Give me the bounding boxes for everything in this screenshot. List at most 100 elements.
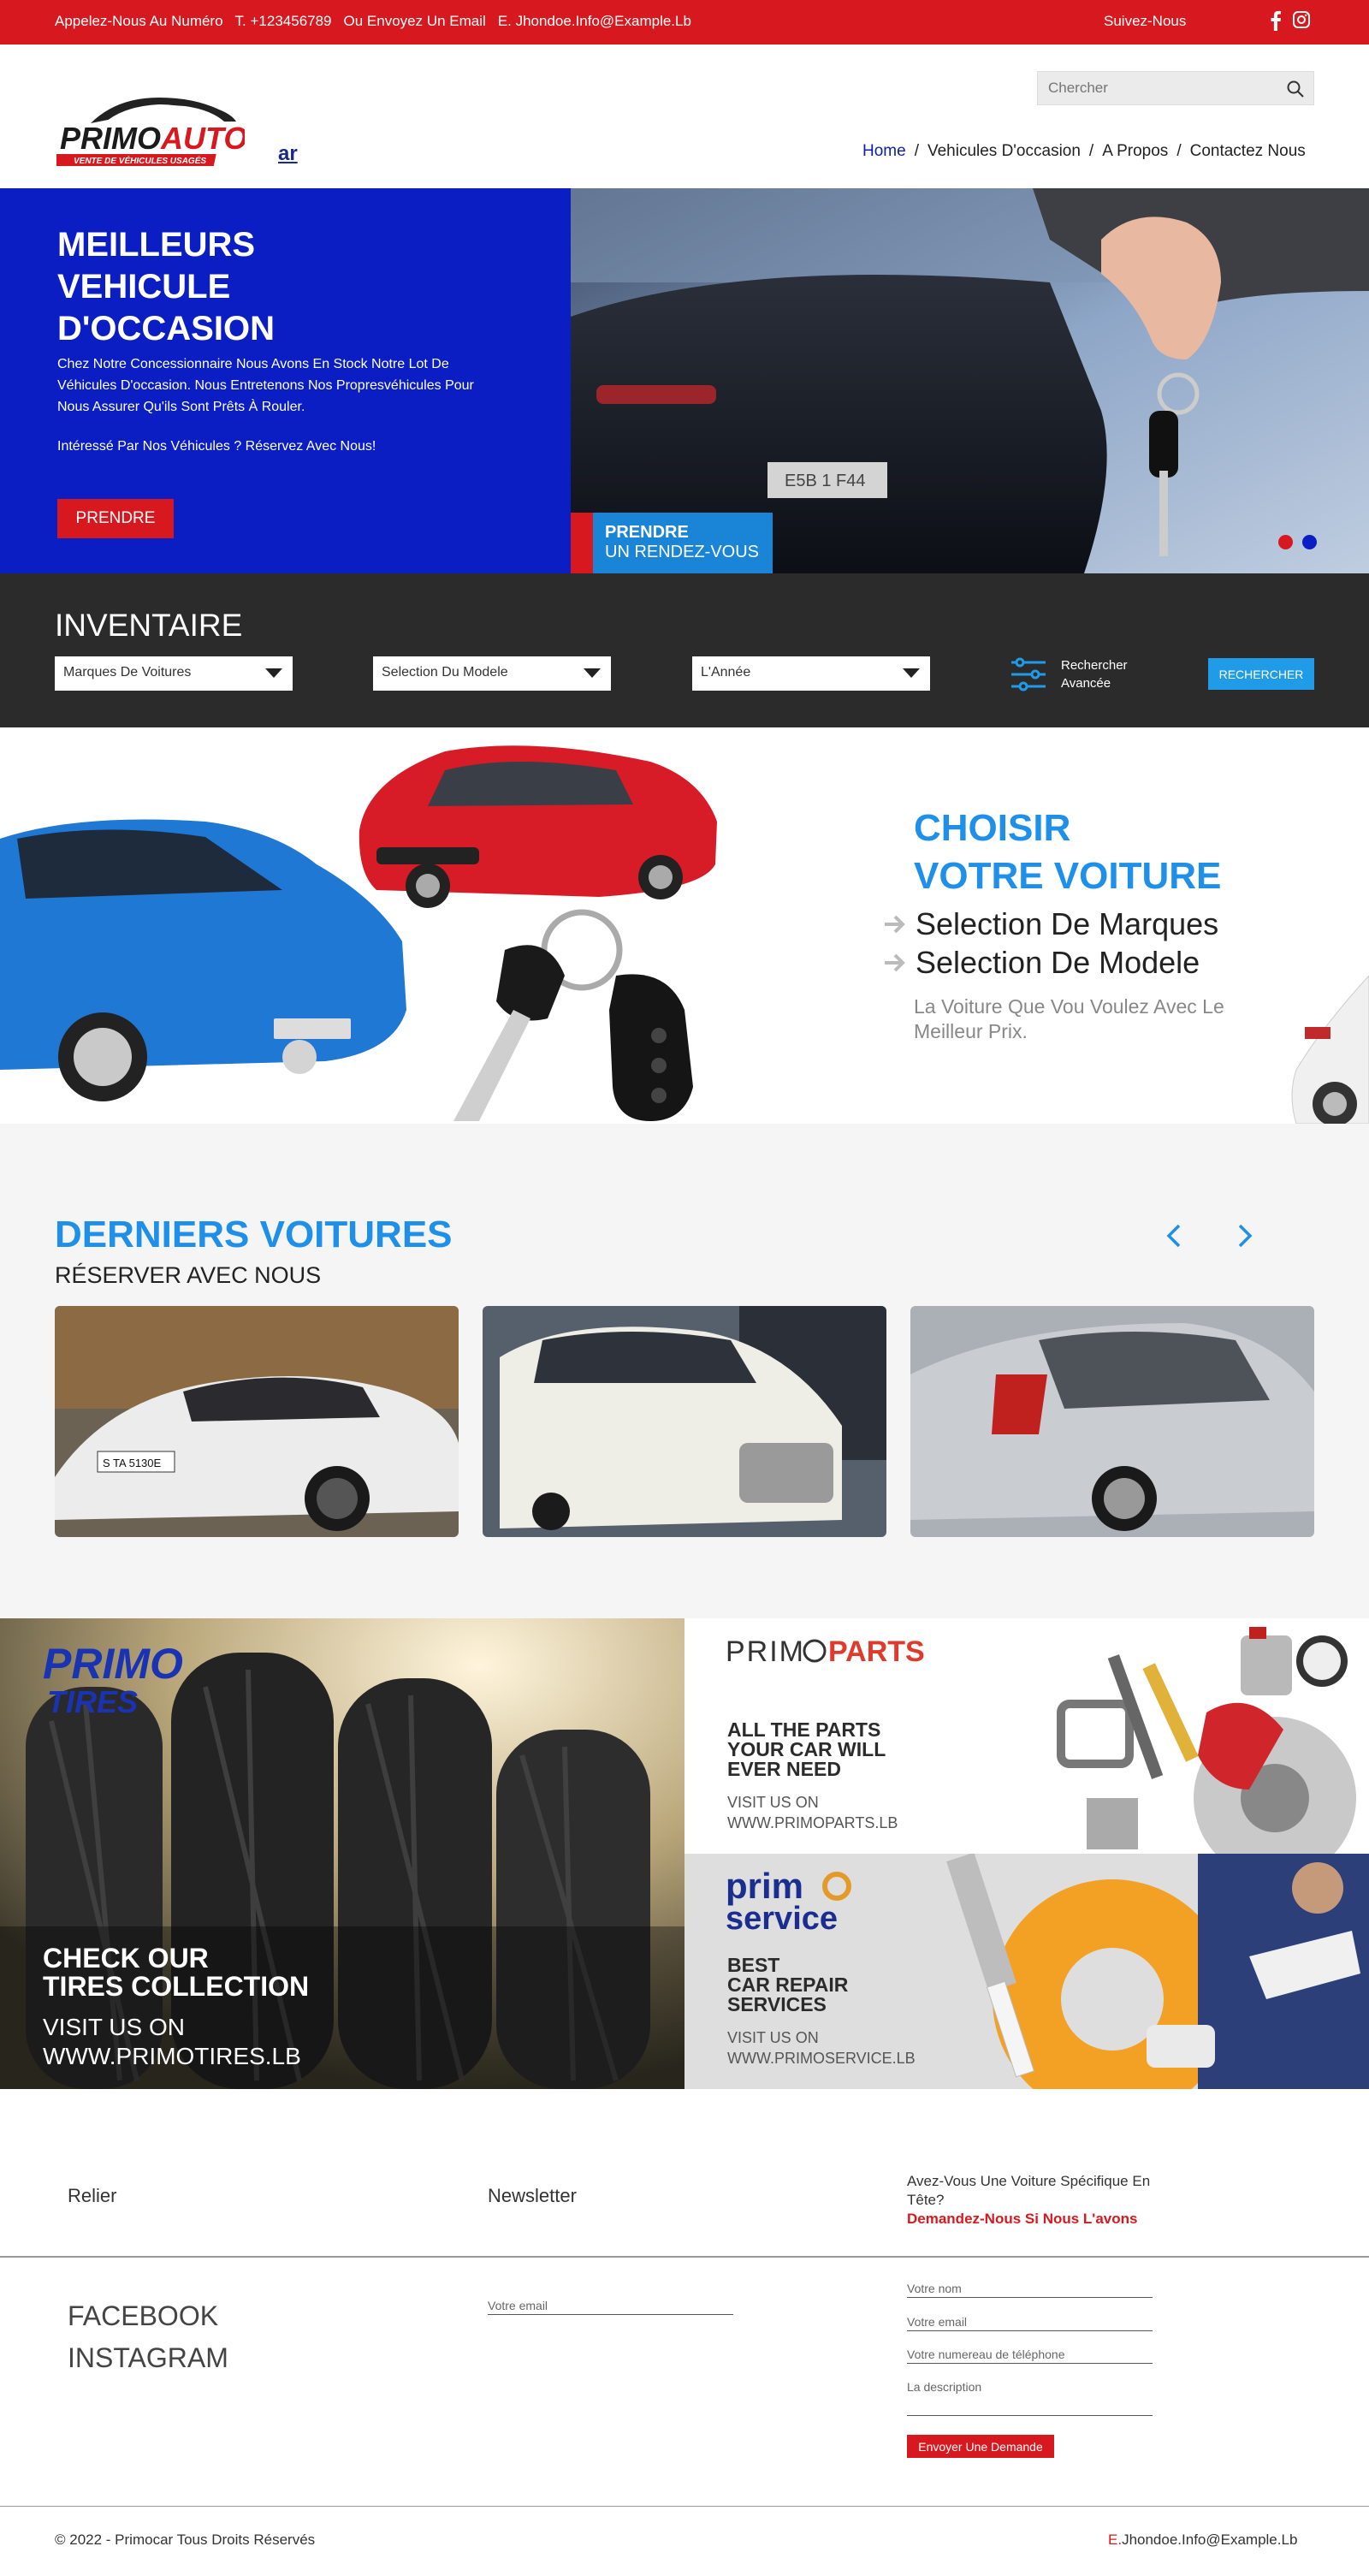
parts-visit2: WWW.PRIMOPARTS.LB <box>727 1814 898 1831</box>
cars-keys-image <box>0 745 717 1121</box>
choose-title-line1: CHOISIR <box>914 807 1071 849</box>
promo-tires[interactable]: PRIMO TIRES CHECK OUR TIRES COLLECTION V… <box>0 1618 684 2089</box>
request-phone-field[interactable]: Votre numereau de téléphone <box>907 2347 1153 2364</box>
tires-headline1: CHECK OUR <box>43 1943 209 1974</box>
send-request-button[interactable]: Envoyer Une Demande <box>907 2435 1054 2458</box>
tires-banner: PRIMO TIRES CHECK OUR TIRES COLLECTION V… <box>0 1618 684 2089</box>
appointment-button[interactable]: PRENDRE UN RENDEZ-VOUS <box>593 513 773 573</box>
footer-instagram-link[interactable]: INSTAGRAM <box>68 2342 228 2374</box>
nav-home[interactable]: Home <box>862 142 906 161</box>
parts-logo-b: PARTS <box>828 1635 925 1668</box>
tires-logo-line1: PRIMO <box>43 1640 183 1688</box>
chevron-right-icon[interactable] <box>1229 1220 1259 1251</box>
model-select[interactable]: Selection Du Modele <box>373 656 611 691</box>
service-visit2: WWW.PRIMOSERVICE.LB <box>727 2050 916 2067</box>
service-headline-3: SERVICES <box>727 1993 827 2015</box>
email-link[interactable]: E. Jhondoe.Info@Example.Lb <box>498 13 691 30</box>
appointment-line2: UN RENDEZ-VOUS <box>605 543 760 561</box>
hero-plate-text: E5B 1 F44 <box>785 472 866 490</box>
footer-facebook-link[interactable]: FACEBOOK <box>68 2300 218 2332</box>
service-logo-line1: prim <box>726 1866 803 1906</box>
promo-parts[interactable]: PRIM PARTS ALL THE PARTS YOUR CAR WILL E… <box>684 1618 1369 1854</box>
model-select-value: Selection Du Modele <box>382 665 508 680</box>
footer-request-question: Avez-Vous Une Voiture Spécifique En Tête… <box>907 2173 1151 2208</box>
inventory-search: INVENTAIRE Marques De Voitures Selection… <box>0 573 1369 727</box>
nav-contact[interactable]: Contactez Nous <box>1190 142 1306 161</box>
tires-visit2: WWW.PRIMOTIRES.LB <box>43 2043 301 2069</box>
hero-book-button[interactable]: PRENDRE <box>57 499 174 538</box>
phone-link[interactable]: T. +123456789 <box>235 13 332 30</box>
logo[interactable]: PRIMOAUTO VENTE DE VÉHICULES USAGÉS <box>45 92 247 168</box>
footer-divider <box>0 2256 1369 2258</box>
car-photo: S TA 5130E <box>55 1306 459 1537</box>
footer-email-prefix: E. <box>1108 2531 1123 2548</box>
promo-service[interactable]: prim service BEST CAR REPAIR SERVICES VI… <box>684 1854 1369 2089</box>
hero-panel: MEILLEURS VEHICULE D'OCCASION Chez Notre… <box>0 188 571 573</box>
car-photo <box>910 1306 1314 1537</box>
request-email-field[interactable]: Votre email <box>907 2315 1153 2331</box>
nav-vehicles[interactable]: Vehicules D'occasion <box>927 142 1081 161</box>
instagram-icon[interactable] <box>1292 10 1311 29</box>
footer-bottom-divider <box>0 2506 1369 2507</box>
search-input[interactable] <box>1038 72 1269 104</box>
car-card[interactable]: S TA 5130E <box>55 1306 459 1537</box>
car-card[interactable] <box>910 1306 1314 1537</box>
language-link[interactable]: ar <box>278 142 298 166</box>
footer-email-address: Jhondoe.Info@Example.Lb <box>1122 2531 1298 2548</box>
inventory-search-button[interactable]: RECHERCHER <box>1208 658 1314 690</box>
social-links <box>1270 10 1311 31</box>
search-icon[interactable] <box>1286 80 1305 98</box>
request-description-field[interactable]: La description <box>907 2380 1153 2416</box>
year-select-value: L'Année <box>701 665 751 680</box>
email-label: Ou Envoyez Un Email <box>343 13 486 29</box>
car-photo <box>483 1306 886 1537</box>
main-nav: Home / Vehicules D'occasion / A Propos /… <box>862 142 1306 161</box>
svg-text:VENTE DE VÉHICULES USAGÉS: VENTE DE VÉHICULES USAGÉS <box>74 155 206 166</box>
choose-model-item[interactable]: Selection De Modele <box>883 945 1200 981</box>
top-bar: Appelez-Nous Au Numéro T. +123456789 Ou … <box>0 0 1369 45</box>
carousel-dot-2[interactable] <box>1302 535 1317 549</box>
choose-subtitle: La Voiture Que Vou Voulez Avec Le Meille… <box>914 995 1224 1042</box>
tires-headline2: TIRES COLLECTION <box>43 1971 309 2002</box>
footer-connect-title: Relier <box>68 2185 117 2206</box>
logo-graphic: PRIMOAUTO VENTE DE VÉHICULES USAGÉS <box>45 98 247 166</box>
chevron-left-icon[interactable] <box>1159 1220 1190 1251</box>
chevron-down-icon <box>265 668 282 678</box>
footer-newsletter-title: Newsletter <box>488 2185 577 2206</box>
white-car-partial <box>1291 976 1369 1124</box>
brand-select[interactable]: Marques De Voitures <box>55 656 293 691</box>
search-box <box>1037 71 1314 105</box>
appointment-accent <box>571 513 593 573</box>
carousel-dot-1[interactable] <box>1278 535 1293 549</box>
latest-title: DERNIERS VOITURES <box>55 1214 453 1255</box>
nav-separator: / <box>914 142 919 160</box>
brand-select-value: Marques De Voitures <box>63 665 192 680</box>
car-card[interactable] <box>483 1306 886 1537</box>
nav-about[interactable]: A Propos <box>1102 142 1168 161</box>
footer-request-cta[interactable]: Demandez-Nous Si Nous L'avons <box>907 2210 1164 2229</box>
facebook-icon[interactable] <box>1270 10 1282 31</box>
parts-visit1: VISIT US ON <box>727 1794 819 1811</box>
parts-headline-3: EVER NEED <box>727 1758 841 1780</box>
footer-request-title: Avez-Vous Une Voiture Spécifique En Tête… <box>907 2172 1164 2229</box>
nav-separator: / <box>1176 142 1182 160</box>
parts-logo-a: PRIM <box>726 1635 805 1668</box>
parts-banner: PRIM PARTS ALL THE PARTS YOUR CAR WILL E… <box>684 1618 1369 1854</box>
latest-cars-section: DERNIERS VOITURES RÉSERVER AVEC NOUS S T… <box>0 1124 1369 1618</box>
inventory-title: INVENTAIRE <box>55 608 243 643</box>
advanced-search-link[interactable]: Rechercher Avancée <box>1008 654 1128 695</box>
footer-email[interactable]: E.Jhondoe.Info@Example.Lb <box>1108 2531 1297 2549</box>
service-banner: prim service BEST CAR REPAIR SERVICES VI… <box>684 1854 1369 2089</box>
tires-visit1: VISIT US ON <box>43 2014 185 2040</box>
year-select[interactable]: L'Année <box>692 656 930 691</box>
request-name-field[interactable]: Votre nom <box>907 2282 1153 2298</box>
arrow-right-icon <box>885 915 905 934</box>
newsletter-email-field[interactable]: Votre email <box>488 2299 733 2315</box>
latest-subtitle: RÉSERVER AVEC NOUS <box>55 1262 322 1288</box>
chevron-down-icon <box>903 668 920 678</box>
arrow-right-icon <box>885 953 905 972</box>
choose-model-label: Selection De Modele <box>916 945 1200 980</box>
hero-text: Chez Notre Concessionnaire Nous Avons En… <box>57 357 474 414</box>
choose-brand-item[interactable]: Selection De Marques <box>883 906 1218 942</box>
appointment-line1: PRENDRE <box>605 523 689 542</box>
